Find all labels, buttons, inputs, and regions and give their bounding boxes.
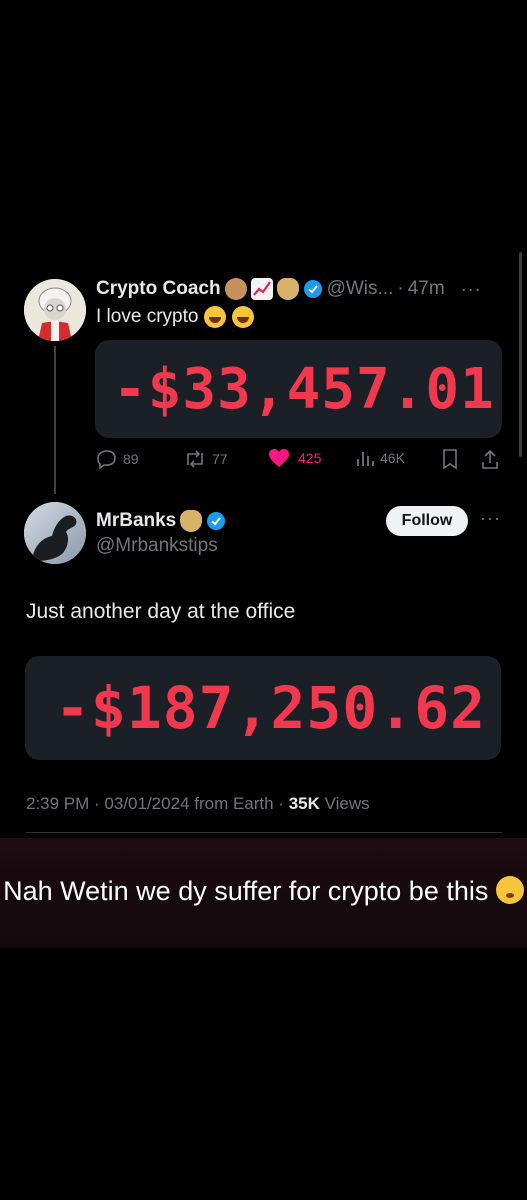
tweet1-author-name[interactable]: Crypto Coach [96, 278, 221, 300]
bookmark-button[interactable] [441, 448, 459, 470]
caption: Nah Wetin we dy suffer for crypto be thi… [0, 873, 527, 909]
thread-line [54, 346, 56, 494]
tweet2-author-name[interactable]: MrBanks [96, 510, 176, 532]
divider [26, 832, 502, 833]
views-icon [357, 452, 374, 466]
scrollbar[interactable] [519, 252, 522, 457]
reply-button[interactable]: 89 [96, 448, 139, 470]
tweet2-handle[interactable]: @Mrbankstips [96, 535, 218, 557]
tweet2-meta: 2:39 PM · 03/01/2024 from Earth · 35K Vi… [26, 794, 370, 814]
tweet1-amount: -$33,457.01 [113, 356, 495, 422]
avatar[interactable] [24, 279, 86, 341]
tweet1-body: I love crypto [96, 306, 255, 328]
money-bag-emoji-icon [276, 278, 299, 300]
money-bag-emoji-icon [180, 510, 203, 532]
share-button[interactable] [480, 448, 500, 470]
views-button[interactable]: 46K [355, 448, 405, 468]
tweet1-time[interactable]: 47m [408, 278, 445, 300]
tweet2-amount-card[interactable]: -$187,250.62 [25, 656, 501, 760]
reply-icon [97, 450, 116, 470]
reply-count: 89 [123, 451, 139, 467]
retweet-button[interactable]: 77 [183, 448, 228, 470]
retweet-count: 77 [212, 451, 228, 467]
bookmark-icon [443, 449, 457, 470]
like-button[interactable]: 425 [268, 448, 321, 468]
verified-badge-icon [303, 280, 322, 298]
like-count: 425 [298, 450, 322, 466]
tweet1-header: Crypto Coach @Wis... · 47m ··· [96, 278, 482, 300]
tweet1-handle[interactable]: @Wis... [327, 278, 394, 300]
tweet2-views-label: Views [324, 794, 370, 813]
tweet2-timestamp[interactable]: 2:39 PM · 03/01/2024 from Earth · [26, 794, 284, 813]
sigh-face-emoji-icon [495, 876, 524, 904]
views-count: 46K [380, 450, 405, 466]
separator-dot: · [397, 278, 404, 299]
heart-icon [269, 449, 289, 467]
tweet2-text: Just another day at the office [26, 600, 296, 623]
tweet2-amount: -$187,250.62 [55, 674, 487, 742]
verified-badge-icon [207, 512, 226, 530]
avatar[interactable] [24, 502, 86, 564]
caption-text: Nah Wetin we dy suffer for crypto be thi… [3, 876, 489, 906]
more-options-icon[interactable]: ··· [461, 279, 482, 300]
more-options-icon[interactable]: ··· [480, 508, 501, 529]
tweet1-text: I love crypto [96, 306, 199, 327]
tweet2-views-count: 35K [288, 794, 320, 813]
monkey-emoji-icon [224, 278, 247, 300]
follow-button[interactable]: Follow [386, 506, 468, 536]
chart-emoji-icon [250, 278, 273, 300]
retweet-icon [187, 450, 203, 468]
laughing-emoji-icon [232, 306, 255, 328]
share-icon [482, 449, 498, 469]
laughing-emoji-icon [204, 306, 227, 328]
tweet1-amount-card[interactable]: -$33,457.01 [95, 340, 502, 438]
tweet2-header: MrBanks [96, 510, 226, 532]
